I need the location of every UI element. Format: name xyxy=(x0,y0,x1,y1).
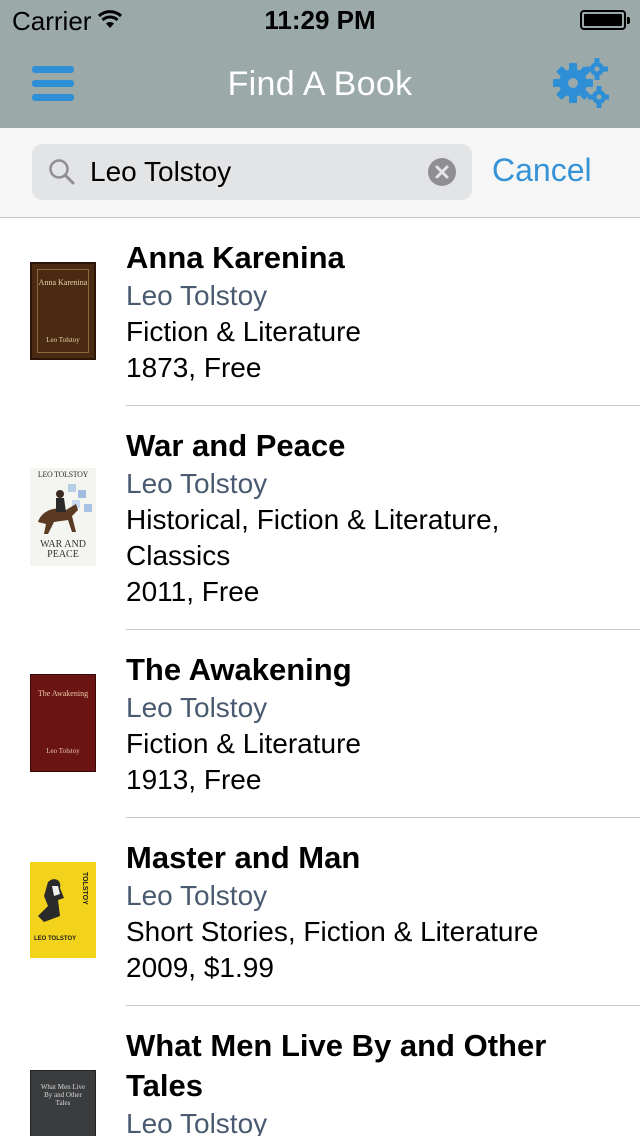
app-screen: Carrier 11:29 PM Find A Book Leo Tolstoy… xyxy=(0,0,640,1136)
book-cover: TOLSTOY LEO TOLSTOY xyxy=(30,862,96,958)
cover-author: LEO TOLSTOY xyxy=(34,936,77,942)
cover-author: Leo Tolstoy xyxy=(46,336,80,344)
book-row-the-awakening[interactable]: The Awakening Leo Tolstoy The Awakening … xyxy=(0,630,640,818)
cover-title: The Awakening xyxy=(37,689,89,698)
book-year-price: 2009, $1.99 xyxy=(126,952,274,983)
book-author: Leo Tolstoy xyxy=(126,880,268,911)
book-info: The Awakening Leo Tolstoy Fiction & Lite… xyxy=(126,650,626,798)
cancel-button[interactable]: Cancel xyxy=(492,152,592,189)
book-info: Master and Man Leo Tolstoy Short Stories… xyxy=(126,838,626,986)
book-year-price: 2011, Free xyxy=(126,576,260,607)
status-bar: Carrier 11:29 PM xyxy=(0,0,640,40)
battery-icon xyxy=(580,10,630,30)
book-title: The Awakening xyxy=(126,652,352,687)
book-row-what-men-live-by[interactable]: What Men Live By and Other Tales What Me… xyxy=(0,1006,640,1136)
book-author: Leo Tolstoy xyxy=(126,468,268,499)
search-icon xyxy=(48,158,76,191)
clock-label: 11:29 PM xyxy=(264,5,376,35)
book-genre: Fiction & Literature xyxy=(126,728,361,759)
book-genre-line: Historical, Fiction & Literature, xyxy=(126,504,500,535)
cover-title: TOLSTOY xyxy=(81,872,88,905)
book-genre: Short Stories, Fiction & Literature xyxy=(126,916,539,947)
search-bar: Cancel xyxy=(0,128,640,218)
book-info: What Men Live By and Other Tales Leo Tol… xyxy=(126,1026,626,1136)
page-title: Find A Book xyxy=(227,65,413,103)
settings-button[interactable] xyxy=(553,57,610,109)
cover-title: What Men Live By and Other Tales xyxy=(40,1083,86,1107)
book-title-line: What Men Live By and Other xyxy=(126,1028,547,1063)
cover-title: WAR AND PEACE xyxy=(40,539,86,560)
cover-title: Anna Karenina xyxy=(38,278,88,287)
book-cover: The Awakening Leo Tolstoy xyxy=(30,674,96,772)
book-genre-line: Classics xyxy=(126,540,231,571)
book-genre: Fiction & Literature xyxy=(126,316,361,347)
book-title: War and Peace xyxy=(126,428,346,463)
book-title-line: Tales xyxy=(126,1068,203,1103)
book-author: Leo Tolstoy xyxy=(126,280,268,311)
book-cover: LEO TOLSTOY WAR AND PEACE xyxy=(30,468,96,566)
book-results-list: Anna Karenina Leo Tolstoy Anna Karenina … xyxy=(0,218,640,1136)
book-year-price: 1913, Free xyxy=(126,764,262,795)
clear-search-button[interactable] xyxy=(428,158,456,186)
navigation-bar: Carrier 11:29 PM Find A Book xyxy=(0,0,640,128)
cover-author: LEO TOLSTOY xyxy=(37,470,89,479)
book-row-anna-karenina[interactable]: Anna Karenina Leo Tolstoy Anna Karenina … xyxy=(0,218,640,406)
book-cover: Anna Karenina Leo Tolstoy xyxy=(30,262,96,360)
book-title: Anna Karenina xyxy=(126,240,345,275)
search-input[interactable] xyxy=(90,144,430,200)
book-row-master-and-man[interactable]: TOLSTOY LEO TOLSTOY Master and Man Leo T… xyxy=(0,818,640,1006)
book-info: Anna Karenina Leo Tolstoy Fiction & Lite… xyxy=(126,238,626,386)
cover-author: Leo Tolstoy xyxy=(46,747,80,755)
book-year-price: 1873, Free xyxy=(126,352,262,383)
book-row-war-and-peace[interactable]: LEO TOLSTOY WAR AND PEACE War and Peace … xyxy=(0,406,640,630)
search-field[interactable] xyxy=(32,144,472,200)
gears-icon xyxy=(553,58,610,108)
book-info: War and Peace Leo Tolstoy Historical, Fi… xyxy=(126,426,626,610)
book-author: Leo Tolstoy xyxy=(126,692,268,723)
book-title: Master and Man xyxy=(126,840,361,875)
book-author: Leo Tolstoy xyxy=(126,1108,268,1136)
clear-icon xyxy=(435,165,449,179)
book-cover: What Men Live By and Other Tales xyxy=(30,1070,96,1136)
